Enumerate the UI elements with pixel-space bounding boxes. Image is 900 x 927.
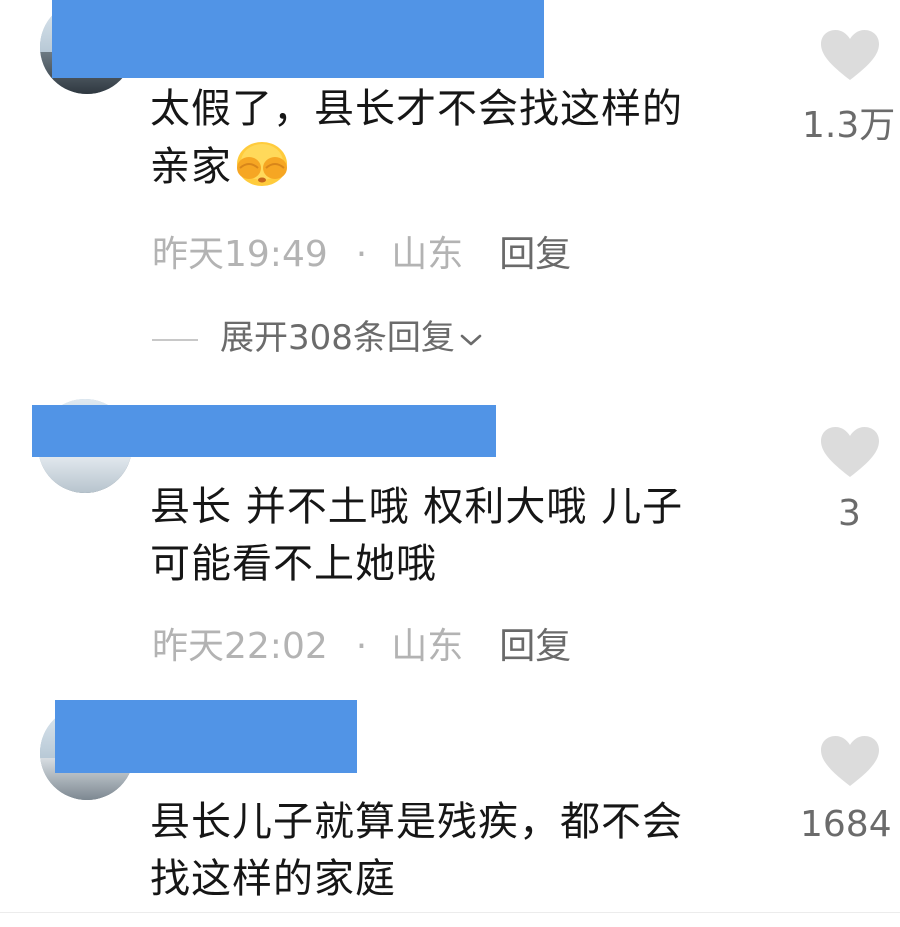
like-count: 1684 xyxy=(800,804,892,845)
like-count: 1.3万 xyxy=(802,105,896,146)
comment-meta: 昨天19:49 · 山东 回复 xyxy=(152,225,571,277)
expand-replies-label: 展开308条回复 xyxy=(220,318,455,358)
meta-separator: · xyxy=(355,626,368,667)
comment-text: 县长 并不土哦 权利大哦 儿子 可能看不上她哦 xyxy=(150,479,790,593)
redacted-username xyxy=(32,405,496,457)
redacted-username xyxy=(55,700,357,773)
comment-text-line: 亲家 xyxy=(150,144,232,190)
heart-icon xyxy=(821,736,879,786)
comment-time: 昨天19:49 xyxy=(152,234,328,275)
comment-text-line: 县长 并不土哦 权利大哦 儿子 xyxy=(150,484,684,530)
like-button[interactable] xyxy=(790,30,900,82)
comment-text-line: 县长儿子就算是残疾，都不会 xyxy=(150,799,683,845)
comment-time: 昨天22:02 xyxy=(152,626,328,667)
comment-text-line: 太假了，县长才不会找这样的 xyxy=(150,86,683,132)
comment-text-line: 可能看不上她哦 xyxy=(150,541,437,587)
chevron-down-icon xyxy=(460,334,482,345)
comment-item: 太假了，县长才不会找这样的 亲家 昨天19:49 · 山东 回复 1.3万 展开308… xyxy=(0,0,900,380)
comment-text-line: 找这样的家庭 xyxy=(150,856,396,902)
meta-separator: · xyxy=(355,234,368,275)
bottom-divider xyxy=(0,912,900,913)
comment-item: 县长 并不土哦 权利大哦 儿子 可能看不上她哦 昨天22:02 · 山东 回复 3 xyxy=(0,395,900,695)
heart-icon xyxy=(821,427,879,477)
comment-item: 县长儿子就算是残疾，都不会 找这样的家庭 1684 xyxy=(0,700,900,927)
comment-text: 县长儿子就算是残疾，都不会 找这样的家庭 xyxy=(150,794,790,908)
reply-button[interactable]: 回复 xyxy=(499,234,571,275)
comment-location: 山东 xyxy=(391,626,464,667)
heart-icon xyxy=(821,30,879,80)
like-button[interactable] xyxy=(790,736,900,788)
comment-meta: 昨天22:02 · 山东 回复 xyxy=(152,617,571,669)
like-count: 3 xyxy=(838,493,861,534)
expand-replies-button[interactable]: 展开308条回复 xyxy=(152,310,483,359)
comment-location: 山东 xyxy=(391,234,464,275)
redacted-username xyxy=(52,0,544,78)
expand-divider-line xyxy=(152,338,198,341)
face-covering-eyes-emoji-icon xyxy=(237,142,287,186)
like-button[interactable] xyxy=(790,427,900,479)
comment-text: 太假了，县长才不会找这样的 亲家 xyxy=(150,81,790,196)
reply-button[interactable]: 回复 xyxy=(499,626,571,667)
